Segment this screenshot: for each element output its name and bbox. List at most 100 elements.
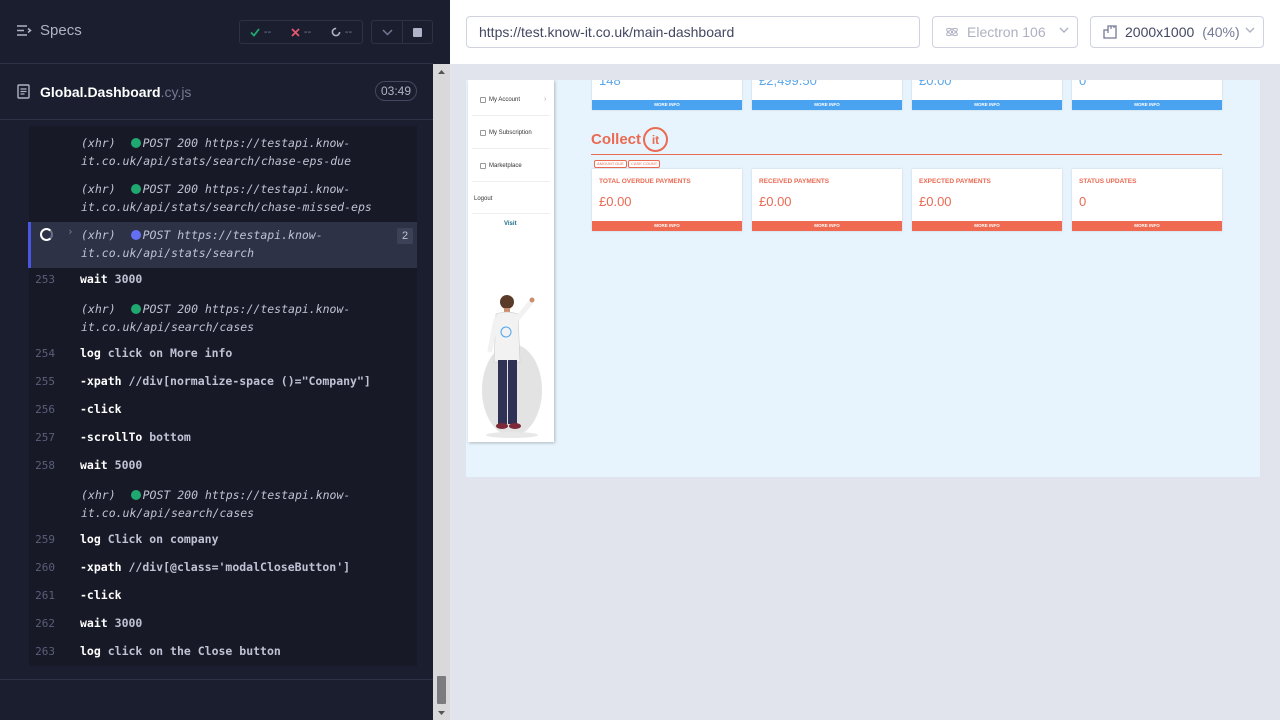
command-row[interactable]: 253 wait 3000 xyxy=(29,272,417,296)
command-name: -click xyxy=(80,402,122,416)
stat-card: £2,499.50 MORE INFO xyxy=(752,80,902,110)
command-row[interactable]: 261 -click xyxy=(29,588,417,612)
command-message: //div[@class='modalCloseButton'] xyxy=(128,560,351,574)
more-info-button[interactable]: MORE INFO xyxy=(592,221,742,231)
command-name: -scrollTo bottom xyxy=(80,430,191,444)
stop-button[interactable] xyxy=(403,20,433,44)
command-message: 5000 xyxy=(114,458,143,472)
command-name: -click xyxy=(80,588,122,602)
viewport-selector[interactable]: 2000x1000 (40%) xyxy=(1090,16,1264,48)
browser-selector[interactable]: Electron 106 xyxy=(932,16,1078,48)
collapse-button[interactable] xyxy=(371,20,403,44)
command-message: Click on company xyxy=(107,532,219,546)
check-icon xyxy=(250,27,260,37)
failed-count: -- xyxy=(303,26,312,38)
command-number: 257 xyxy=(35,431,55,444)
sidebar-item-my-account[interactable]: My Account xyxy=(480,97,520,103)
card-value: £0.00 xyxy=(919,80,952,88)
sidebar-divider xyxy=(472,213,550,214)
stat-card: £0.00 MORE INFO xyxy=(912,80,1062,110)
reporter-footer-divider xyxy=(0,679,433,680)
aut-viewport: My Account › My Subscription Marketplace… xyxy=(466,80,1260,477)
spec-file-name[interactable]: Global.Dashboard.cy.js xyxy=(40,84,191,100)
scrollbar-thumb[interactable] xyxy=(437,676,446,704)
url-bar[interactable]: https://test.know-it.co.uk/main-dashboar… xyxy=(466,16,920,48)
scroll-up-arrow-icon[interactable] xyxy=(433,64,450,79)
command-row[interactable]: 259 log Click on company xyxy=(29,532,417,556)
filter-chip-case-count[interactable]: CASE COUNT xyxy=(628,160,661,168)
sidebar-item-marketplace[interactable]: Marketplace xyxy=(480,163,522,169)
command-name-text: wait xyxy=(80,458,108,472)
chevron-down-icon xyxy=(381,28,393,36)
command-name: wait 3000 xyxy=(80,616,142,630)
scrollbar[interactable] xyxy=(433,64,450,720)
pending-circle-icon xyxy=(331,27,341,37)
command-row[interactable]: 257 -scrollTo bottom xyxy=(29,430,417,454)
more-info-button[interactable]: MORE INFO xyxy=(752,221,902,231)
more-info-button[interactable]: MORE INFO xyxy=(592,100,742,110)
test-stats: -- -- -- xyxy=(239,20,363,44)
pending-stat: -- xyxy=(331,26,352,38)
more-info-button[interactable]: MORE INFO xyxy=(1072,100,1222,110)
card-title: TOTAL OVERDUE PAYMENTS xyxy=(599,178,691,185)
command-row[interactable]: 263 log click on the Close button xyxy=(29,644,417,668)
card-title: STATUS UPDATES xyxy=(1079,178,1137,185)
card-value: £0.00 xyxy=(599,194,632,209)
command-name: log click on the Close button xyxy=(80,644,281,658)
command-row[interactable]: 255 -xpath //div[normalize-space ()="Com… xyxy=(29,374,417,398)
chevron-right-icon: › xyxy=(544,96,547,103)
collect-brand: Collect xyxy=(591,131,642,148)
xhr-text-cont: it.co.uk/api/stats/search xyxy=(81,246,255,260)
command-number: 259 xyxy=(35,533,55,546)
sidebar-footer-link[interactable]: Visit xyxy=(504,221,517,227)
aut-header: https://test.know-it.co.uk/main-dashboar… xyxy=(450,0,1280,64)
command-name: wait 5000 xyxy=(80,458,142,472)
command-name-text: wait xyxy=(80,272,108,286)
collect-it-logo: Collect it xyxy=(591,127,669,152)
ruler-icon xyxy=(1103,25,1117,39)
stop-icon xyxy=(413,27,422,37)
more-info-button[interactable]: MORE INFO xyxy=(752,100,902,110)
card-value: 0 xyxy=(1079,194,1087,209)
command-name-text: -click xyxy=(80,402,122,416)
command-xhr-active[interactable]: › (xhr) POST https://testapi.know-it.co.u… xyxy=(28,222,417,268)
collect-card: TOTAL OVERDUE PAYMENTS £0.00 MORE INFO xyxy=(592,169,742,231)
command-xhr[interactable]: (xhr) POST 200 https://testapi.know-it.co… xyxy=(29,486,417,532)
specs-label: Specs xyxy=(40,22,82,39)
sidebar-item-label: Marketplace xyxy=(489,163,522,169)
chevron-right-icon[interactable]: › xyxy=(67,225,74,238)
specs-button[interactable]: Specs xyxy=(16,22,82,39)
collect-card: EXPECTED PAYMENTS £0.00 MORE INFO xyxy=(912,169,1062,231)
command-xhr[interactable]: (xhr) POST 200 https://testapi.know-it.co… xyxy=(29,134,417,180)
sidebar-item-my-subscription[interactable]: My Subscription xyxy=(480,130,532,136)
more-info-button[interactable]: MORE INFO xyxy=(1072,221,1222,231)
command-xhr[interactable]: (xhr) POST 200 https://testapi.know-it.co… xyxy=(29,180,417,226)
command-message: click on the Close button xyxy=(107,644,281,658)
chevron-down-icon xyxy=(1245,27,1255,33)
viewport-size: 2000x1000 xyxy=(1125,24,1195,40)
command-row[interactable]: 256 -click xyxy=(29,402,417,426)
xhr-tag: (xhr) xyxy=(81,182,116,196)
subscription-icon xyxy=(480,130,486,136)
command-row[interactable]: 258 wait 5000 xyxy=(29,458,417,482)
failed-stat: -- xyxy=(291,26,311,38)
command-number: 256 xyxy=(35,403,55,416)
command-xhr[interactable]: (xhr) POST 200 https://testapi.know-it.co… xyxy=(29,300,417,346)
xhr-tag: (xhr) xyxy=(81,228,116,242)
command-number: 258 xyxy=(35,459,55,472)
sidebar-divider xyxy=(472,148,550,149)
command-number: 254 xyxy=(35,347,55,360)
sidebar-logout[interactable]: Logout xyxy=(474,196,492,202)
collect-card: RECEIVED PAYMENTS £0.00 MORE INFO xyxy=(752,169,902,231)
more-info-button[interactable]: MORE INFO xyxy=(912,221,1062,231)
filter-chip-amount-due[interactable]: AMOUNT DUE xyxy=(594,160,627,168)
command-row[interactable]: 262 wait 3000 xyxy=(29,616,417,640)
command-row[interactable]: 254 log click on More info xyxy=(29,346,417,370)
xhr-text-cont: it.co.uk/api/search/cases xyxy=(81,506,255,520)
scroll-down-arrow-icon[interactable] xyxy=(433,705,450,720)
command-row[interactable]: 260 -xpath //div[@class='modalCloseButto… xyxy=(29,560,417,584)
xhr-text-cont: it.co.uk/api/stats/search/chase-missed-e… xyxy=(81,200,372,214)
viewport-zoom: (40%) xyxy=(1202,24,1240,40)
command-message: click on More info xyxy=(107,346,233,360)
more-info-button[interactable]: MORE INFO xyxy=(912,100,1062,110)
